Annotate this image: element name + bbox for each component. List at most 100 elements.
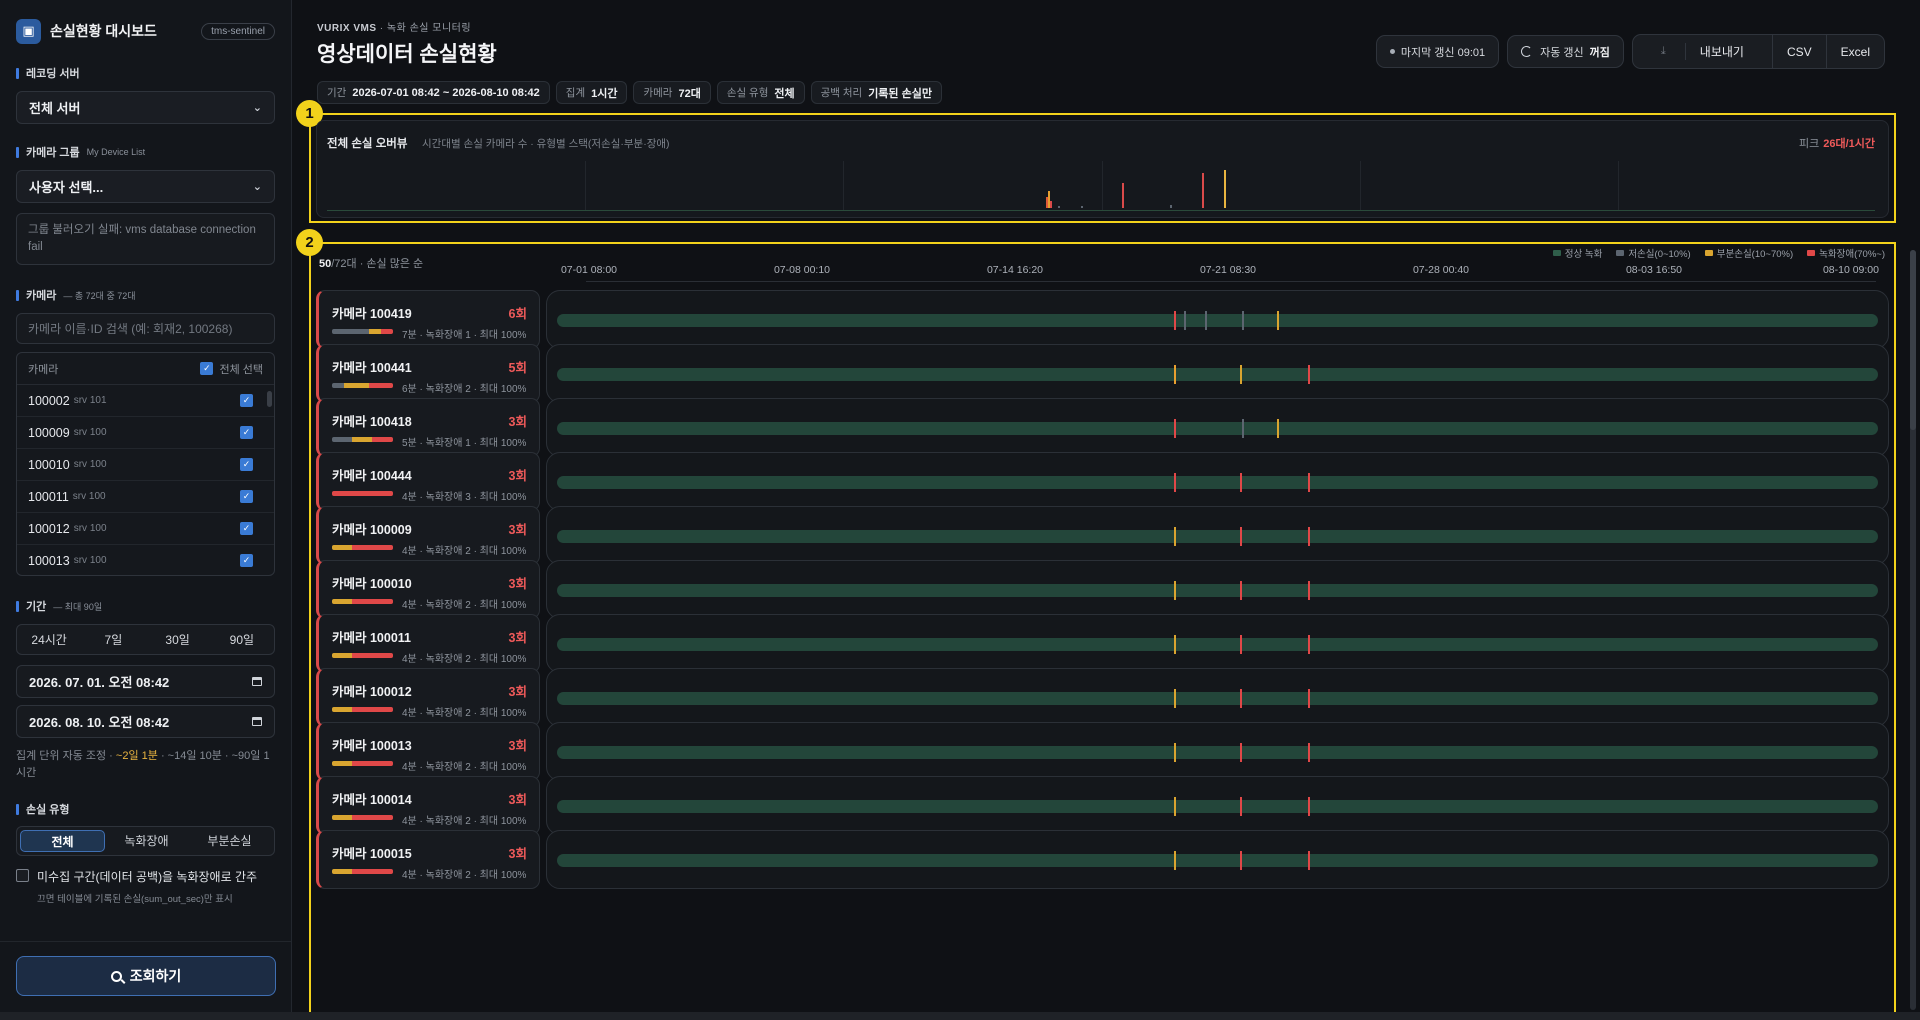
camera-name: 카메라 100419 [332, 307, 412, 321]
loss-event-marker[interactable] [1242, 311, 1245, 330]
camera-checkbox[interactable]: ✓ [240, 490, 253, 503]
camera-list-scrollbar[interactable] [267, 391, 272, 407]
camera-timeline-track[interactable] [546, 560, 1889, 619]
camera-checkbox[interactable]: ✓ [240, 394, 253, 407]
loss-event-marker[interactable] [1308, 635, 1311, 654]
loss-event-marker[interactable] [1308, 797, 1311, 816]
camera-summary-card[interactable]: 카메라 100441 5회 6분 · 녹화장애 2 · 최대 100% [316, 344, 540, 403]
calendar-icon[interactable] [252, 717, 262, 726]
loss-event-marker[interactable] [1174, 743, 1177, 762]
camera-list-item[interactable]: 100012 srv 100 ✓ [17, 513, 274, 545]
camera-summary-card[interactable]: 카메라 100011 3회 4분 · 녹화장애 2 · 최대 100% [316, 614, 540, 673]
loss-event-marker[interactable] [1173, 311, 1176, 330]
loss-event-marker[interactable] [1184, 311, 1187, 330]
camera-summary-card[interactable]: 카메라 100010 3회 4분 · 녹화장애 2 · 최대 100% [316, 560, 540, 619]
export-excel-button[interactable]: Excel [1825, 35, 1884, 68]
camera-summary-card[interactable]: 카메라 100014 3회 4분 · 녹화장애 2 · 최대 100% [316, 776, 540, 835]
period-7d-button[interactable]: 7일 [81, 631, 145, 648]
overview-peak: 피크 26대/1시간 [1798, 138, 1875, 150]
select-all-toggle[interactable]: ✓ 전체 선택 [200, 361, 263, 377]
start-datetime-input[interactable]: 2026. 07. 01. 오전 08:42 [16, 665, 275, 698]
calendar-icon[interactable] [252, 677, 262, 686]
loss-event-marker[interactable] [1242, 419, 1245, 438]
loss-event-marker[interactable] [1174, 581, 1177, 600]
recording-server-select[interactable]: 전체 서버 ⌄ [16, 91, 275, 124]
camera-timeline-track[interactable] [546, 722, 1889, 781]
loss-event-marker[interactable] [1308, 689, 1311, 708]
loss-mix-bar [332, 761, 393, 766]
loss-event-marker[interactable] [1239, 635, 1242, 654]
loss-event-marker[interactable] [1308, 473, 1311, 492]
loss-event-marker[interactable] [1239, 527, 1242, 546]
legend-label: 녹화장애(70%~) [1819, 249, 1885, 260]
camera-checkbox[interactable]: ✓ [240, 554, 253, 567]
camera-checkbox[interactable]: ✓ [240, 426, 253, 439]
loss-type-partial-button[interactable]: 부분손실 [188, 830, 271, 852]
auto-refresh-state: 꺼짐 [1589, 46, 1610, 59]
loss-event-marker[interactable] [1174, 797, 1177, 816]
camera-summary-card[interactable]: 카메라 100418 3회 5분 · 녹화장애 1 · 최대 100% [316, 398, 540, 457]
camera-list-item[interactable]: 100010 srv 100 ✓ [17, 449, 274, 481]
camera-timeline-track[interactable] [546, 776, 1889, 835]
camera-list-item[interactable]: 100013 srv 100 ✓ [17, 545, 274, 575]
loss-type-failure-button[interactable]: 녹화장애 [105, 830, 188, 852]
loss-event-marker[interactable] [1308, 365, 1311, 384]
main-scrollbar[interactable] [1910, 250, 1916, 1010]
camera-timeline-track[interactable] [546, 614, 1889, 673]
camera-timeline-track[interactable] [546, 344, 1889, 403]
query-button[interactable]: 조회하기 [16, 956, 276, 996]
loss-event-marker[interactable] [1239, 473, 1242, 492]
camera-timeline-track[interactable] [546, 452, 1889, 511]
camera-summary-card[interactable]: 카메라 100015 3회 4분 · 녹화장애 2 · 최대 100% [316, 830, 540, 889]
camera-list-item[interactable]: 100009 srv 100 ✓ [17, 417, 274, 449]
loss-type-all-button[interactable]: 전체 [20, 830, 105, 852]
gap-as-failure-option[interactable]: 미수집 구간(데이터 공백)을 녹화장애로 간주 끄면 테이블에 기록된 손실(… [16, 868, 275, 905]
camera-summary-card[interactable]: 카메라 100444 3회 4분 · 녹화장애 3 · 최대 100% [316, 452, 540, 511]
loss-event-marker[interactable] [1308, 851, 1311, 870]
camera-timeline-track[interactable] [546, 290, 1889, 349]
loss-event-marker[interactable] [1276, 311, 1279, 330]
loss-event-marker[interactable] [1308, 581, 1311, 600]
gap-as-failure-checkbox[interactable] [16, 869, 29, 882]
camera-summary-card[interactable]: 카메라 100012 3회 4분 · 녹화장애 2 · 최대 100% [316, 668, 540, 727]
camera-summary-card[interactable]: 카메라 100419 6회 7분 · 녹화장애 1 · 최대 100% [316, 290, 540, 349]
period-90d-button[interactable]: 90일 [210, 631, 274, 648]
auto-refresh-toggle[interactable]: 자동 갱신 꺼짐 [1507, 35, 1624, 68]
camera-summary-card[interactable]: 카메라 100009 3회 4분 · 녹화장애 2 · 최대 100% [316, 506, 540, 565]
loss-event-marker[interactable] [1239, 797, 1242, 816]
camera-summary-card[interactable]: 카메라 100013 3회 4분 · 녹화장애 2 · 최대 100% [316, 722, 540, 781]
loss-event-marker[interactable] [1174, 635, 1177, 654]
period-24h-button[interactable]: 24시간 [17, 631, 81, 648]
loss-event-marker[interactable] [1308, 743, 1311, 762]
period-30d-button[interactable]: 30일 [146, 631, 210, 648]
end-datetime-input[interactable]: 2026. 08. 10. 오전 08:42 [16, 705, 275, 738]
loss-event-marker[interactable] [1174, 365, 1177, 384]
loss-event-marker[interactable] [1174, 689, 1177, 708]
loss-event-marker[interactable] [1239, 581, 1242, 600]
camera-group-select[interactable]: 사용자 선택... ⌄ [16, 170, 275, 203]
camera-timeline-track[interactable] [546, 398, 1889, 457]
camera-checkbox[interactable]: ✓ [240, 522, 253, 535]
loss-event-marker[interactable] [1239, 851, 1242, 870]
loss-event-marker[interactable] [1239, 365, 1242, 384]
camera-timeline-track[interactable] [546, 830, 1889, 889]
loss-event-marker[interactable] [1308, 527, 1311, 546]
camera-list-item[interactable]: 100002 srv 101 ✓ [17, 385, 274, 417]
loss-event-marker[interactable] [1173, 419, 1176, 438]
camera-search-input[interactable]: 카메라 이름·ID 검색 (예: 회재2, 100268) [16, 313, 275, 344]
camera-checkbox[interactable]: ✓ [240, 458, 253, 471]
sidebar-divider [0, 941, 291, 942]
brand: ▣ 손실현황 대시보드 tms-sentinel [16, 16, 275, 46]
camera-timeline-track[interactable] [546, 506, 1889, 565]
loss-event-marker[interactable] [1276, 419, 1279, 438]
loss-event-marker[interactable] [1174, 851, 1177, 870]
loss-event-marker[interactable] [1205, 311, 1208, 330]
camera-list-item[interactable]: 100011 srv 100 ✓ [17, 481, 274, 513]
loss-event-marker[interactable] [1174, 527, 1177, 546]
export-csv-button[interactable]: CSV [1771, 35, 1826, 68]
loss-event-marker[interactable] [1239, 689, 1242, 708]
loss-count-badge: 3회 [508, 415, 527, 429]
loss-event-marker[interactable] [1174, 473, 1177, 492]
loss-event-marker[interactable] [1239, 743, 1242, 762]
camera-timeline-track[interactable] [546, 668, 1889, 727]
